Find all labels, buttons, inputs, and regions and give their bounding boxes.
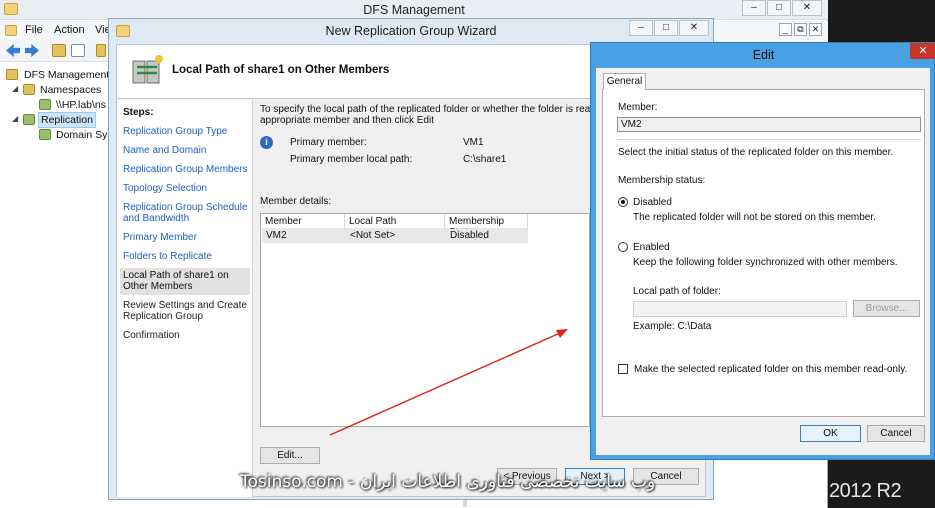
example-text: Example: C:\Data xyxy=(633,321,712,332)
enabled-description: Keep the following folder synchronized w… xyxy=(633,257,898,268)
primary-path-label: Primary member local path: xyxy=(290,154,413,165)
member-details-label: Member details: xyxy=(260,196,332,207)
step-review-settings: Review Settings and Create Replication G… xyxy=(123,300,247,322)
column-member[interactable]: Member xyxy=(261,214,345,229)
inner-minimize-button[interactable]: _ xyxy=(779,23,792,36)
step-schedule-and-bandwidth[interactable]: Replication Group Schedule and Bandwidth xyxy=(123,202,249,224)
replication-icon xyxy=(23,114,35,125)
steps-title: Steps: xyxy=(123,107,154,118)
divider xyxy=(617,139,921,140)
readonly-checkbox[interactable] xyxy=(618,364,628,374)
member-label: Member: xyxy=(618,102,658,113)
tree-item-namespaces[interactable]: Namespaces xyxy=(40,84,101,96)
general-tab-pane: Member: VM2 Select the initial status of… xyxy=(602,89,925,417)
console-tree: DFS Management ◢ Namespaces \\HP.lab\ns … xyxy=(0,63,113,508)
namespace-folder-icon xyxy=(39,99,51,110)
primary-member-label: Primary member: xyxy=(290,137,367,148)
up-folder-icon[interactable] xyxy=(52,44,66,57)
expand-arrow-icon[interactable]: ◢ xyxy=(12,114,18,123)
close-button[interactable]: ✕ xyxy=(792,0,822,16)
cell-member: VM2 xyxy=(266,230,287,241)
local-path-field[interactable] xyxy=(633,301,847,317)
step-folders-to-replicate[interactable]: Folders to Replicate xyxy=(123,251,249,262)
wizard-steps-panel: Steps: Replication Group Type Name and D… xyxy=(117,100,253,497)
edit-cancel-button[interactable]: Cancel xyxy=(867,425,925,442)
member-details-list[interactable]: Member Local Path Membership Stat... VM2… xyxy=(260,213,590,427)
tree-item-domain-system[interactable]: Domain Sys xyxy=(56,129,113,141)
edit-button[interactable]: Edit... xyxy=(260,447,320,464)
maximize-button[interactable]: □ xyxy=(767,0,791,16)
edit-dialog: Edit ✕ Member: VM2 Select the initial st… xyxy=(590,42,935,460)
menu-action[interactable]: Action xyxy=(54,24,85,36)
info-icon: i xyxy=(260,136,273,149)
tree-item-namespace[interactable]: \\HP.lab\ns xyxy=(56,99,106,111)
column-local-path[interactable]: Local Path xyxy=(345,214,445,229)
step-primary-member[interactable]: Primary Member xyxy=(123,232,249,243)
show-hide-tree-icon[interactable] xyxy=(71,44,85,57)
local-path-label: Local path of folder: xyxy=(633,286,721,297)
tree-item-replication[interactable]: Replication xyxy=(38,112,96,128)
disabled-label[interactable]: Disabled xyxy=(633,197,672,208)
edit-dialog-title: Edit xyxy=(752,48,775,62)
disabled-radio[interactable] xyxy=(618,197,628,207)
expand-arrow-icon[interactable]: ◢ xyxy=(12,84,18,93)
namespaces-icon xyxy=(23,84,35,95)
ok-button[interactable]: OK xyxy=(800,425,861,442)
wizard-title: New Replication Group Wizard xyxy=(325,24,497,38)
readonly-label[interactable]: Make the selected replicated folder on t… xyxy=(634,364,907,375)
step-local-path-current: Local Path of share1 on Other Members xyxy=(120,268,250,295)
dfs-window-title: DFS Management xyxy=(363,3,465,17)
member-field: VM2 xyxy=(617,117,921,132)
primary-member-value: VM1 xyxy=(463,137,484,148)
wizard-page-title: Local Path of share1 on Other Members xyxy=(172,64,390,76)
cell-local-path: <Not Set> xyxy=(350,230,396,241)
os-version-label: 2012 R2 xyxy=(829,480,902,502)
enabled-label[interactable]: Enabled xyxy=(633,242,670,253)
membership-status-label: Membership status: xyxy=(618,175,706,186)
instruction-text: Select the initial status of the replica… xyxy=(618,147,894,158)
inner-close-button[interactable]: ✕ xyxy=(809,23,822,36)
wizard-close-button[interactable]: ✕ xyxy=(679,20,709,36)
step-topology-selection[interactable]: Topology Selection xyxy=(123,183,249,194)
tree-item-dfs-management[interactable]: DFS Management xyxy=(24,69,109,81)
step-replication-group-members[interactable]: Replication Group Members xyxy=(123,164,249,175)
enabled-radio[interactable] xyxy=(618,242,628,252)
edit-dialog-body: Member: VM2 Select the initial status of… xyxy=(596,68,930,455)
minimize-button[interactable]: ‒ xyxy=(742,0,766,16)
step-name-and-domain[interactable]: Name and Domain xyxy=(123,145,249,156)
cell-status: Disabled xyxy=(450,230,489,241)
tab-general[interactable]: General xyxy=(603,73,646,90)
domain-system-icon xyxy=(39,129,51,140)
replication-wizard-icon xyxy=(132,55,163,84)
browse-button[interactable]: Browse... xyxy=(853,300,920,317)
edit-close-button[interactable]: ✕ xyxy=(910,43,935,59)
cursor-marker xyxy=(463,500,467,507)
step-replication-group-type[interactable]: Replication Group Type xyxy=(123,126,249,137)
watermark-text: وب سایت تخصصی فناوری اطلاعات ایران - Tos… xyxy=(240,472,656,492)
dfs-management-icon xyxy=(6,69,18,80)
console-icon xyxy=(5,25,17,36)
primary-path-value: C:\share1 xyxy=(463,154,507,165)
column-membership-status[interactable]: Membership Stat... xyxy=(445,214,528,238)
wizard-minimize-button[interactable]: ‒ xyxy=(629,20,653,36)
step-confirmation: Confirmation xyxy=(123,330,180,341)
inner-restore-button[interactable]: ⧉ xyxy=(794,23,807,36)
disabled-description: The replicated folder will not be stored… xyxy=(633,212,876,223)
menu-file[interactable]: File xyxy=(25,24,43,36)
properties-icon[interactable] xyxy=(96,44,106,57)
wizard-maximize-button[interactable]: □ xyxy=(654,20,678,36)
